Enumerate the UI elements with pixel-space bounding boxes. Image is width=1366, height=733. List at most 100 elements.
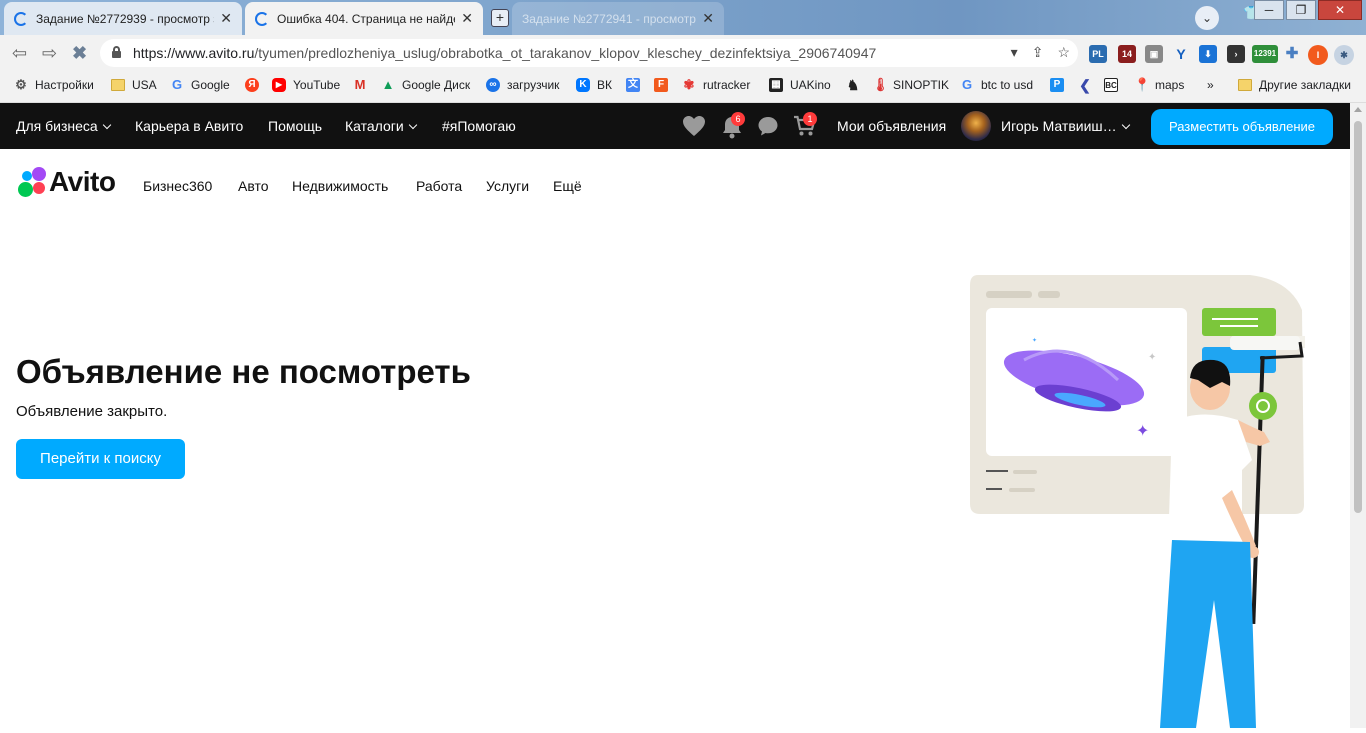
- bookmark-drive[interactable]: ▲ Google Диск: [381, 78, 471, 93]
- bookmark-google[interactable]: G Google: [170, 78, 230, 93]
- browser-tab-ghost[interactable]: Задание №2772941 - просмотр ✕: [512, 2, 724, 35]
- cart-badge: 1: [803, 112, 817, 126]
- url-text[interactable]: https://www.avito.ru/tyumen/predlozheniy…: [133, 45, 876, 61]
- forward-arrow-icon[interactable]: ⇨: [42, 43, 57, 63]
- youtube-icon: ▶: [272, 78, 286, 92]
- minimize-icon[interactable]: ─: [1254, 0, 1284, 20]
- bookmarks-overflow-button[interactable]: »: [1207, 78, 1214, 92]
- yandex-icon: Я: [245, 78, 259, 92]
- bookmark-arrow[interactable]: ❮: [1078, 78, 1099, 92]
- bookmark-youtube[interactable]: ▶ YouTube: [272, 78, 340, 92]
- pl-extension-icon[interactable]: PL: [1089, 45, 1107, 63]
- catnav-realty[interactable]: Недвижимость: [292, 178, 388, 194]
- bookmark-uakino[interactable]: ▦ UAKino: [769, 78, 831, 92]
- bookmark-star-icon[interactable]: ☆: [1057, 44, 1070, 61]
- bookmark-label: Другие закладки: [1259, 78, 1351, 92]
- tab-close-icon[interactable]: ✕: [461, 10, 473, 27]
- tab-search-chevron-icon[interactable]: ⌄: [1195, 6, 1219, 30]
- catnav-jobs[interactable]: Работа: [416, 178, 462, 194]
- bookmark-p[interactable]: P: [1050, 78, 1071, 92]
- share-icon[interactable]: ⇪: [1032, 44, 1044, 61]
- vk-icon: K: [576, 78, 590, 92]
- tab-close-icon[interactable]: ✕: [220, 10, 232, 27]
- bookmark-vk[interactable]: K ВК: [576, 78, 612, 92]
- avatar[interactable]: [961, 111, 991, 141]
- browser-tab-404[interactable]: Ошибка 404. Страница не найде ✕: [245, 2, 483, 35]
- puzzle-extension-icon[interactable]: ✚: [1283, 45, 1301, 63]
- avito-logo[interactable]: Avito: [16, 166, 116, 197]
- back-arrow-icon[interactable]: ⇦: [12, 43, 27, 63]
- settings-gear-icon[interactable]: ✱: [1334, 45, 1354, 65]
- briefcase-extension-icon[interactable]: ▣: [1145, 45, 1163, 63]
- place-ad-button[interactable]: Разместить объявление: [1151, 109, 1333, 145]
- bookmark-sinoptik[interactable]: 🌡 SINOPTIK: [872, 78, 949, 93]
- dropdown-caret-icon[interactable]: ▾: [1011, 44, 1018, 61]
- chevron-down-icon: [102, 120, 111, 130]
- omnibox-actions: ▾ ⇪ ☆: [1011, 44, 1070, 61]
- notifications-bell-icon[interactable]: 6: [721, 112, 745, 144]
- scroll-up-icon[interactable]: [1354, 107, 1362, 112]
- my-ads-link[interactable]: Мои объявления: [837, 118, 946, 134]
- svg-text:✦: ✦: [1148, 352, 1156, 363]
- bookmark-label: YouTube: [293, 78, 341, 92]
- bookmark-maps[interactable]: 📍 maps: [1134, 78, 1184, 93]
- nav-career[interactable]: Карьера в Авито: [135, 118, 243, 134]
- address-bar[interactable]: https://www.avito.ru/tyumen/predlozheniy…: [100, 39, 1078, 67]
- badge-14-extension-icon[interactable]: 14: [1118, 45, 1136, 63]
- user-menu[interactable]: Игорь Матвииш…: [1001, 118, 1130, 134]
- download-extension-icon[interactable]: ⬇: [1199, 45, 1217, 63]
- go-to-search-button[interactable]: Перейти к поиску: [16, 439, 185, 479]
- catnav-business360[interactable]: Бизнес360: [143, 178, 212, 194]
- nav-catalogs[interactable]: Каталоги: [345, 118, 417, 134]
- arrow-right-extension-icon[interactable]: ›: [1227, 45, 1245, 63]
- browser-tab-bar: Задание №2772939 - просмотр з ✕ Ошибка 4…: [0, 0, 1366, 35]
- bookmark-chess[interactable]: ♞: [846, 78, 867, 92]
- messages-chat-icon[interactable]: [757, 115, 779, 142]
- page-scrollbar[interactable]: [1350, 103, 1366, 728]
- browser-toolbar: ⇦ ⇨ ✖ https://www.avito.ru/tyumen/predlo…: [0, 35, 1366, 71]
- arrow-icon: ❮: [1079, 77, 1091, 93]
- count-12391-badge: 12391: [1253, 49, 1277, 58]
- maximize-icon[interactable]: ❐: [1286, 0, 1316, 20]
- window-close-icon[interactable]: ✕: [1318, 0, 1362, 20]
- bookmark-gmail[interactable]: M: [353, 78, 374, 92]
- profile-icon[interactable]: I: [1308, 45, 1328, 65]
- bookmark-label: btc to usd: [981, 78, 1034, 92]
- tab-close-icon[interactable]: ✕: [702, 10, 714, 27]
- svg-text:✦: ✦: [1136, 421, 1149, 440]
- page-subtitle: Объявление закрыто.: [16, 403, 168, 420]
- bookmark-bc[interactable]: BC: [1104, 78, 1125, 92]
- tab-title: Ошибка 404. Страница не найде: [277, 11, 456, 26]
- bookmark-zagruzchik[interactable]: ∞ загрузчик: [486, 78, 559, 92]
- f-icon: F: [654, 78, 668, 92]
- loading-spinner-icon: [255, 11, 269, 26]
- new-tab-icon[interactable]: +: [491, 9, 509, 27]
- folder-icon: [1238, 79, 1252, 91]
- bookmark-usa[interactable]: USA: [111, 78, 157, 92]
- bookmark-rutracker[interactable]: ✾ rutracker: [682, 78, 751, 93]
- window-controls: ─ ❐ ✕: [1254, 0, 1362, 20]
- y-extension-icon[interactable]: Y: [1172, 45, 1190, 63]
- scrollbar-thumb[interactable]: [1354, 121, 1362, 513]
- counter-extension-icon[interactable]: 12391: [1252, 45, 1278, 63]
- bookmark-other[interactable]: Другие закладки: [1238, 78, 1351, 92]
- browser-tab-task[interactable]: Задание №2772939 - просмотр з ✕: [4, 2, 242, 35]
- nav-business[interactable]: Для бизнеса: [16, 118, 111, 134]
- page-title: Объявление не посмотреть: [16, 353, 471, 390]
- nav-ya-pomogayu[interactable]: #яПомогаю: [442, 118, 516, 134]
- favorites-heart-icon[interactable]: [682, 115, 706, 142]
- cart-icon[interactable]: 1: [793, 112, 817, 142]
- bookmark-settings[interactable]: ⚙ Настройки: [14, 78, 94, 93]
- p-icon: P: [1050, 78, 1064, 92]
- stop-loading-icon[interactable]: ✖: [72, 43, 87, 63]
- url-path: /tyumen/predlozheniya_uslug/obrabotka_ot…: [254, 45, 877, 61]
- bookmark-btc[interactable]: Gbtc to usd: [960, 78, 1034, 93]
- bookmark-yandex[interactable]: Я: [245, 78, 266, 92]
- bookmark-translate[interactable]: 文: [626, 78, 647, 92]
- folder-icon: [111, 79, 125, 91]
- catnav-services[interactable]: Услуги: [486, 178, 529, 194]
- nav-help[interactable]: Помощь: [268, 118, 322, 134]
- bookmark-f[interactable]: F: [654, 78, 675, 92]
- catnav-auto[interactable]: Авто: [238, 178, 269, 194]
- catnav-more[interactable]: Ещё: [553, 178, 582, 194]
